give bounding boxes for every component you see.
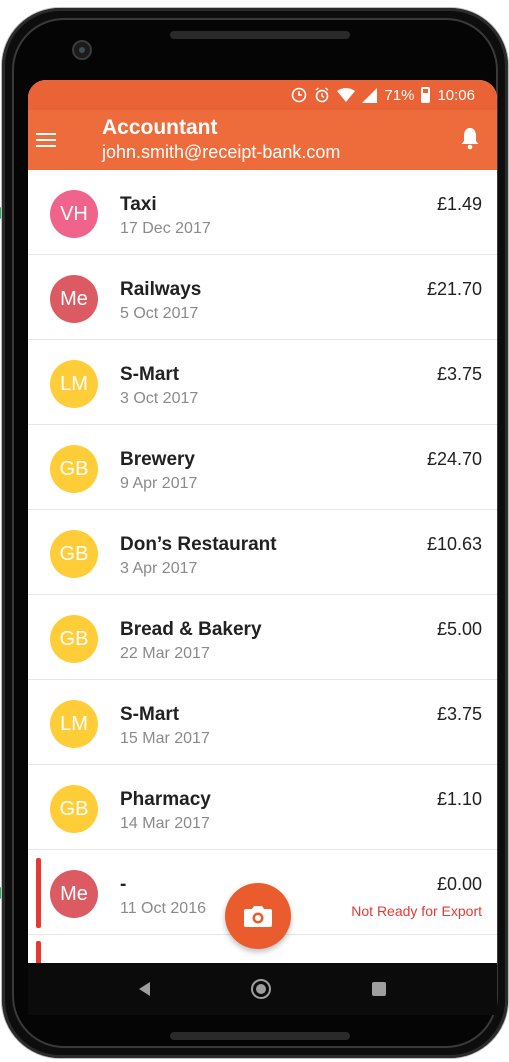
receipt-amount: £10.63 [426, 534, 482, 554]
camera-icon [243, 903, 273, 929]
receipt-amount: £1.49 [436, 194, 482, 214]
receipt-date: 15 Mar 2017 [120, 730, 210, 747]
receipt-date: 14 Mar 2017 [120, 815, 210, 832]
receipt-amount: £0.00 [436, 874, 482, 894]
receipt-amount: £3.75 [436, 364, 482, 384]
list-item[interactable]: GB Don’s Restaurant 3 Apr 2017 £10.63 [28, 510, 497, 595]
app-bar: Accountant john.smith@receipt-bank.com [28, 110, 497, 170]
status-bar: 71% 10:06 [28, 80, 497, 110]
list-item[interactable]: GB Pharmacy 14 Mar 2017 £1.10 [28, 765, 497, 850]
avatar: GB [50, 785, 98, 833]
avatar: Me [50, 275, 98, 323]
alarm-icon [314, 87, 330, 103]
navigation-bar [28, 963, 497, 1015]
bell-icon[interactable] [459, 126, 483, 152]
avatar: VH [50, 190, 98, 238]
avatar: LM [50, 360, 98, 408]
avatar: GB [50, 530, 98, 578]
merchant-name: Pharmacy [120, 789, 211, 810]
page: 71% 10:06 Accountant john.smith@receipt-… [0, 0, 509, 1062]
merchant-name: Taxi [120, 194, 157, 215]
avatar: LM [50, 700, 98, 748]
receipt-list: VH Taxi 17 Dec 2017 £1.49 Me Railways 5 … [28, 170, 497, 980]
sync-icon [291, 87, 307, 103]
receipt-amount: £1.10 [436, 789, 482, 809]
merchant-name: Don’s Restaurant [120, 534, 277, 555]
speaker-grille [170, 1032, 350, 1040]
receipt-amount: £24.70 [426, 449, 482, 469]
battery-icon [421, 87, 431, 103]
wifi-icon [337, 87, 356, 103]
list-item[interactable]: Me Railways 5 Oct 2017 £21.70 [28, 255, 497, 340]
receipt-date: 9 Apr 2017 [120, 475, 198, 492]
back-icon[interactable] [138, 982, 150, 996]
receipt-amount: £21.70 [426, 279, 482, 299]
page-title: Accountant [102, 116, 218, 139]
list-item[interactable]: VH Taxi 17 Dec 2017 £1.49 [28, 170, 497, 255]
recents-icon[interactable] [372, 982, 387, 996]
speaker-grille [170, 31, 350, 39]
front-camera [72, 40, 92, 60]
menu-icon[interactable] [36, 128, 60, 152]
receipt-amount: £5.00 [436, 619, 482, 639]
merchant-name: Brewery [120, 449, 195, 470]
avatar: Me [50, 870, 98, 918]
receipt-amount: £3.75 [436, 704, 482, 724]
list-item[interactable]: LM S-Mart 3 Oct 2017 £3.75 [28, 340, 497, 425]
status-time: 10:06 [437, 86, 475, 104]
screen: 71% 10:06 Accountant john.smith@receipt-… [28, 80, 497, 980]
receipt-date: 5 Oct 2017 [120, 305, 199, 322]
list-item[interactable]: LM S-Mart 15 Mar 2017 £3.75 [28, 680, 497, 765]
account-email: john.smith@receipt-bank.com [102, 142, 341, 162]
receipt-date: 3 Oct 2017 [120, 390, 199, 407]
camera-button[interactable] [225, 883, 291, 949]
battery-percent: 71% [384, 86, 415, 104]
receipt-date: 3 Apr 2017 [120, 560, 198, 577]
home-icon[interactable] [250, 979, 271, 999]
merchant-name: S-Mart [120, 364, 180, 385]
avatar: GB [50, 615, 98, 663]
merchant-name: Railways [120, 279, 202, 300]
avatar: GB [50, 445, 98, 493]
merchant-name: Bread & Bakery [120, 619, 262, 640]
signal-icon [362, 87, 378, 103]
merchant-name: - [120, 874, 127, 895]
list-item[interactable]: GB Bread & Bakery 22 Mar 2017 £5.00 [28, 595, 497, 680]
receipt-date: 17 Dec 2017 [120, 220, 211, 237]
merchant-name: S-Mart [120, 704, 180, 725]
receipt-date: 22 Mar 2017 [120, 645, 210, 662]
export-status: Not Ready for Export [351, 903, 482, 919]
receipt-date: 11 Oct 2016 [120, 900, 206, 917]
list-item[interactable]: GB Brewery 9 Apr 2017 £24.70 [28, 425, 497, 510]
